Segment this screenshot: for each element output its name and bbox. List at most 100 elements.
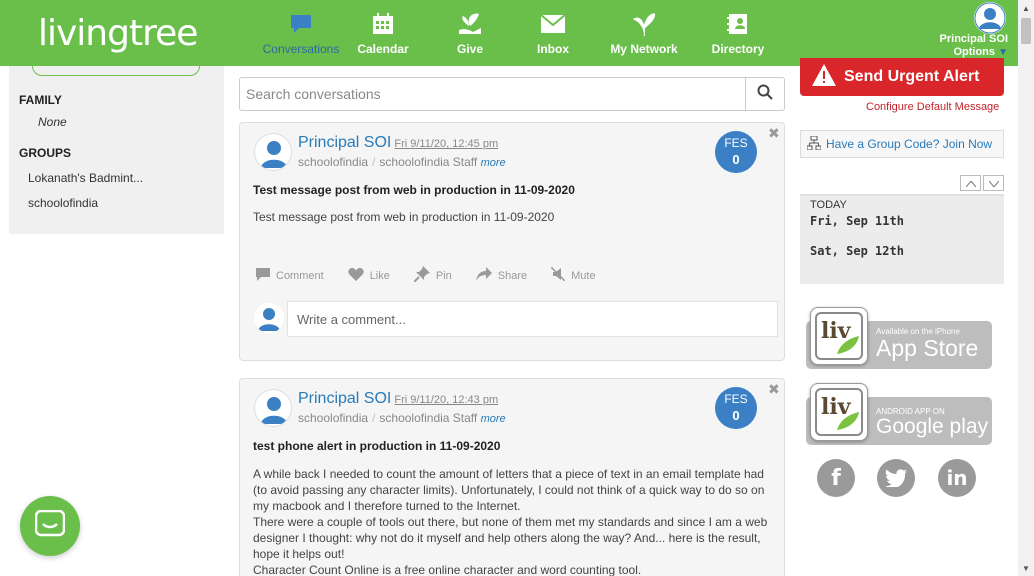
- logo-text: livingtree: [38, 12, 198, 54]
- linkedin-icon[interactable]: in: [938, 459, 976, 497]
- livingtree-app-icon: liv: [810, 307, 868, 365]
- more-link[interactable]: more: [481, 157, 506, 169]
- user-avatar[interactable]: [974, 2, 1006, 34]
- google-play-title: Google play: [876, 415, 989, 438]
- share-button[interactable]: Share: [475, 266, 527, 285]
- nav-label: Inbox: [537, 42, 569, 56]
- main-nav: Conversations Calendar Give Inbox My Net…: [258, 0, 776, 66]
- inbox-icon: [540, 12, 566, 36]
- group-item[interactable]: schoolofindia: [28, 196, 98, 210]
- nav-label: Directory: [711, 42, 765, 56]
- nav-label: My Network: [610, 42, 678, 56]
- nav-label: Conversations: [262, 42, 340, 56]
- author-name[interactable]: Principal SOI: [298, 390, 391, 407]
- nav-inbox[interactable]: Inbox: [518, 0, 588, 66]
- author-name[interactable]: Principal SOI: [298, 134, 391, 151]
- post-paragraph: Character Count Online is a free online …: [253, 563, 642, 576]
- chat-widget-button[interactable]: [20, 496, 80, 556]
- family-heading: FAMILY: [19, 93, 62, 107]
- chat-icon: [288, 12, 314, 36]
- close-icon[interactable]: ✖: [768, 125, 780, 142]
- join-group-code-link[interactable]: Have a Group Code? Join Now: [800, 130, 1004, 158]
- calendar-icon: [370, 12, 396, 36]
- more-link[interactable]: more: [481, 413, 506, 425]
- post-school: schoolofindia: [298, 411, 369, 425]
- comment-button[interactable]: Comment: [256, 266, 324, 285]
- group-code-label: Have a Group Code? Join Now: [826, 137, 993, 151]
- like-button[interactable]: Like: [348, 266, 390, 285]
- urgent-label: Send Urgent Alert: [844, 68, 980, 85]
- nav-my-network[interactable]: My Network: [588, 0, 700, 66]
- calendar-prev-button[interactable]: [960, 175, 981, 191]
- facebook-icon[interactable]: f: [817, 459, 855, 497]
- mute-label: Mute: [571, 269, 596, 282]
- give-icon: [457, 12, 483, 36]
- post-body: Test message post from web in production…: [253, 210, 555, 224]
- badge-label: FES: [724, 136, 748, 150]
- app-store-badge[interactable]: liv Available on the iPhone App Store: [806, 307, 992, 369]
- nav-label: Give: [456, 42, 483, 56]
- user-options-menu[interactable]: Options ▼: [953, 46, 1008, 58]
- sitemap-icon: [806, 135, 826, 153]
- clear-filter-button[interactable]: Clear Filter - Show All: [32, 60, 200, 76]
- calendar-next-button[interactable]: [983, 175, 1004, 191]
- scroll-down-arrow-icon[interactable]: ▼: [1018, 560, 1034, 576]
- nav-conversations[interactable]: Conversations: [258, 0, 344, 66]
- groups-heading: GROUPS: [19, 146, 72, 160]
- fes-badge[interactable]: FES 0: [715, 131, 757, 173]
- warning-icon: [812, 63, 836, 91]
- user-name[interactable]: Principal SOI: [940, 33, 1008, 45]
- post-audience: schoolofindia Staff: [379, 411, 478, 425]
- commenter-avatar: [254, 303, 284, 333]
- twitter-icon[interactable]: [877, 459, 915, 497]
- post-audience: schoolofindia Staff: [379, 155, 478, 169]
- upcoming-calendar: TODAY Fri, Sep 11th Sat, Sep 12th: [800, 194, 1004, 284]
- post-title: Test message post from web in production…: [253, 183, 575, 197]
- comment-row: [254, 301, 778, 337]
- post-date[interactable]: Fri 9/11/20, 12:43 pm: [394, 394, 498, 406]
- post-actions: Comment Like Pin Share Mute: [256, 266, 620, 285]
- send-urgent-alert-button[interactable]: Send Urgent Alert: [800, 58, 1004, 96]
- calendar-day[interactable]: Fri, Sep 11th: [810, 214, 904, 228]
- badge-label: FES: [724, 392, 748, 406]
- network-icon: [631, 12, 657, 37]
- comment-input[interactable]: [287, 301, 778, 337]
- search-icon: [757, 84, 773, 105]
- conversation-post: Principal SOI Fri 9/11/20, 12:45 pm schoo…: [239, 122, 785, 361]
- share-icon: [475, 267, 498, 284]
- pin-icon: [413, 266, 436, 285]
- pin-label: Pin: [435, 269, 452, 282]
- post-author[interactable]: Principal SOI Fri 9/11/20, 12:45 pm: [298, 134, 498, 152]
- separator: /: [372, 411, 376, 425]
- post-paragraph: A while back I needed to count the amoun…: [253, 467, 765, 513]
- chevron-up-icon: [965, 174, 976, 192]
- close-icon[interactable]: ✖: [768, 381, 780, 398]
- configure-default-message-link[interactable]: Configure Default Message: [866, 101, 999, 113]
- post-date[interactable]: Fri 9/11/20, 12:45 pm: [394, 138, 498, 150]
- nav-give[interactable]: Give: [422, 0, 518, 66]
- nav-directory[interactable]: Directory: [700, 0, 776, 66]
- family-none: None: [38, 115, 67, 129]
- group-item[interactable]: Lokanath's Badmint...: [28, 171, 143, 185]
- mute-button[interactable]: Mute: [550, 266, 596, 285]
- chat-bubble-icon: [34, 509, 66, 543]
- scroll-up-arrow-icon[interactable]: ▲: [1018, 0, 1034, 16]
- google-play-badge[interactable]: liv ANDROID APP ON Google play: [806, 383, 992, 445]
- calendar-day[interactable]: Sat, Sep 12th: [810, 244, 904, 258]
- post-title: test phone alert in production in 11-09-…: [253, 439, 501, 453]
- post-author[interactable]: Principal SOI Fri 9/11/20, 12:43 pm: [298, 390, 498, 408]
- comment-label: Comment: [276, 269, 324, 282]
- search-input[interactable]: [239, 77, 746, 111]
- livingtree-logo[interactable]: livingtree: [38, 10, 198, 56]
- author-avatar[interactable]: [254, 133, 292, 171]
- fes-badge[interactable]: FES 0: [715, 387, 757, 429]
- author-avatar[interactable]: [254, 389, 292, 427]
- search-button[interactable]: [745, 77, 785, 111]
- nav-calendar[interactable]: Calendar: [344, 0, 422, 66]
- heart-icon: [348, 267, 370, 284]
- page-scrollbar[interactable]: ▲ ▼: [1018, 0, 1034, 576]
- scroll-thumb[interactable]: [1021, 18, 1031, 44]
- like-label: Like: [369, 269, 390, 282]
- pin-button[interactable]: Pin: [413, 266, 452, 285]
- mute-icon: [550, 266, 571, 284]
